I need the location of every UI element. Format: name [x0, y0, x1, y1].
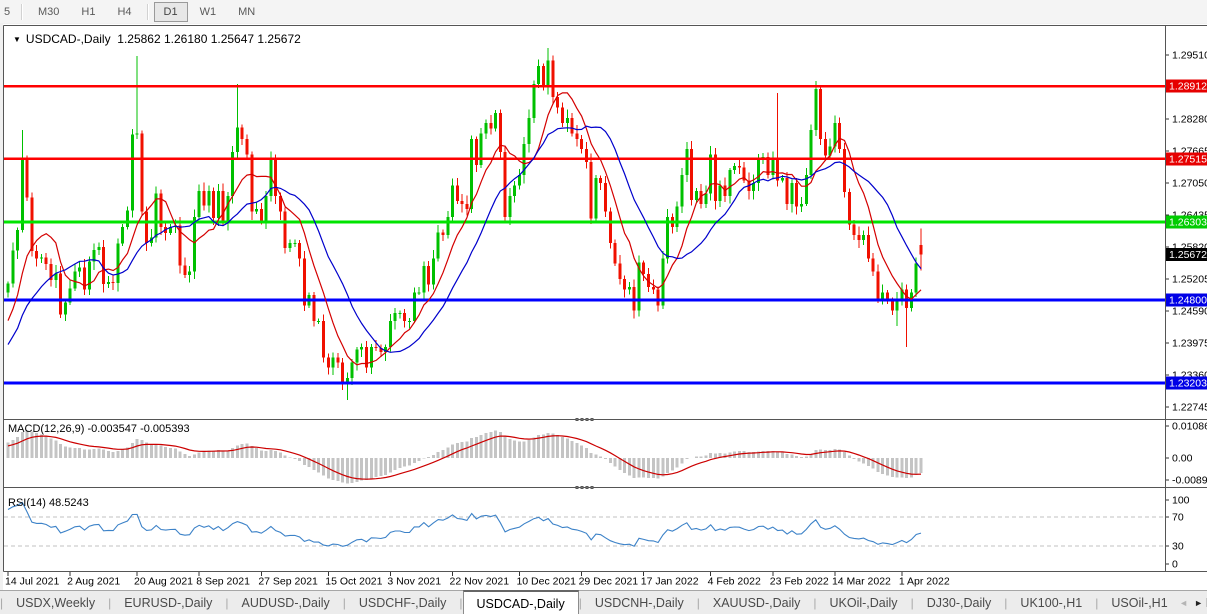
chart-ohlc-values: 1.25862 1.26180 1.25647 1.25672 [117, 32, 301, 46]
svg-text:23 Feb 2022: 23 Feb 2022 [770, 576, 829, 588]
tab-ukoil[interactable]: UKOil-,Daily [817, 591, 911, 614]
svg-text:0.010869: 0.010869 [1172, 421, 1207, 433]
svg-text:22 Nov 2021: 22 Nov 2021 [450, 576, 510, 588]
tab-uk100[interactable]: UK100-,H1 [1007, 591, 1095, 614]
svg-text:14 Jul 2021: 14 Jul 2021 [5, 576, 59, 588]
svg-text:15 Oct 2021: 15 Oct 2021 [325, 576, 382, 588]
chart-symbol-label: USDCAD-,Daily [25, 32, 111, 46]
svg-text:17 Jan 2022: 17 Jan 2022 [641, 576, 699, 588]
svg-text:3 Nov 2021: 3 Nov 2021 [387, 576, 441, 588]
tab-usdcnh[interactable]: USDCNH-,Daily [582, 591, 697, 614]
price-badge: 1.23203 [1166, 376, 1207, 390]
svg-text:0.00: 0.00 [1172, 453, 1193, 465]
svg-text:70: 70 [1172, 512, 1184, 524]
tab-usdcad[interactable]: USDCAD-,Daily [462, 590, 579, 614]
svg-text:1.27515: 1.27515 [1169, 153, 1207, 165]
pane-splitter-handle[interactable] [575, 418, 579, 421]
price-badge: 1.28912 [1166, 79, 1207, 93]
tab-usdx[interactable]: USDX,Weekly [3, 591, 108, 614]
tab-scroll-left-icon[interactable]: ◄ [1179, 598, 1188, 608]
pane-splitter-handle[interactable] [575, 486, 579, 489]
svg-text:1.28280: 1.28280 [1172, 113, 1207, 125]
timeframe-button-d1[interactable]: D1 [153, 1, 188, 22]
svg-text:1.23975: 1.23975 [1172, 337, 1207, 349]
chart-title: ▼ USDCAD-,Daily 1.25862 1.26180 1.25647 1… [13, 32, 301, 46]
price-badge: 1.25672 [1166, 248, 1207, 262]
pane-splitter-handle[interactable] [590, 486, 594, 489]
svg-text:1.28912: 1.28912 [1169, 81, 1207, 93]
svg-text:29 Dec 2021: 29 Dec 2021 [579, 576, 639, 588]
tab-eurusd[interactable]: EURUSD-,Daily [111, 591, 225, 614]
svg-text:1.22745: 1.22745 [1172, 401, 1207, 413]
tab-audusd[interactable]: AUDUSD-,Daily [229, 591, 343, 614]
toolbar-separator [21, 3, 23, 20]
svg-text:8 Sep 2021: 8 Sep 2021 [196, 576, 250, 588]
symbol-tab-bar: | USDX,Weekly | EURUSD-,Daily | AUDUSD-,Daily… [0, 590, 1207, 614]
price-chart[interactable]: 1.295101.288951.282801.276651.270501.264… [0, 24, 1207, 590]
pane-splitter-handle[interactable] [580, 418, 584, 421]
price-badge: 1.24800 [1166, 293, 1207, 307]
timeframe-toolbar: 5 M30 H1 H4 D1 W1 MN [0, 0, 1207, 23]
svg-text:1.23203: 1.23203 [1169, 378, 1207, 390]
timeframe-button-h1[interactable]: H1 [71, 2, 105, 22]
svg-text:1.26303: 1.26303 [1169, 216, 1207, 228]
svg-text:1.25672: 1.25672 [1169, 249, 1207, 261]
chart-window: 1.295101.288951.282801.276651.270501.264… [0, 24, 1207, 590]
svg-text:30: 30 [1172, 541, 1184, 553]
price-badge: 1.26303 [1166, 215, 1207, 229]
svg-text:20 Aug 2021: 20 Aug 2021 [134, 576, 193, 588]
timeframe-button-h4[interactable]: H4 [107, 2, 141, 22]
svg-text:2 Aug 2021: 2 Aug 2021 [67, 576, 120, 588]
timeframe-button-mn[interactable]: MN [228, 2, 265, 22]
svg-text:4 Feb 2022: 4 Feb 2022 [708, 576, 761, 588]
pane-splitter-handle[interactable] [580, 486, 584, 489]
price-badge: 1.27515 [1166, 152, 1207, 166]
tab-usdchf[interactable]: USDCHF-,Daily [346, 591, 460, 614]
svg-text:1.24590: 1.24590 [1172, 305, 1207, 317]
timeframe-button-5[interactable]: 5 [1, 2, 16, 22]
svg-text:0: 0 [1172, 559, 1178, 571]
svg-text:-0.00897: -0.00897 [1172, 475, 1207, 487]
timeframe-button-w1[interactable]: W1 [190, 2, 227, 22]
tab-usoil[interactable]: USOil-,H1 [1098, 591, 1180, 614]
pane-splitter-handle[interactable] [585, 418, 589, 421]
terminal-window: 5 M30H1H4 D1W1MN 1.295101.288951.282801.27… [0, 0, 1207, 614]
macd-indicator-label: MACD(12,26,9) -0.003547 -0.005393 [8, 423, 190, 435]
tab-scroll-buttons: ◄ ► [1179, 591, 1205, 614]
pane-splitter-handle[interactable] [590, 418, 594, 421]
svg-text:1.25205: 1.25205 [1172, 273, 1207, 285]
svg-text:100: 100 [1172, 495, 1190, 507]
svg-text:1.29510: 1.29510 [1172, 50, 1207, 62]
svg-text:1.24800: 1.24800 [1169, 295, 1207, 307]
svg-text:10 Dec 2021: 10 Dec 2021 [516, 576, 576, 588]
tab-xauusd[interactable]: XAUUSD-,Daily [700, 591, 814, 614]
toolbar-separator [146, 3, 149, 20]
svg-text:1 Apr 2022: 1 Apr 2022 [899, 576, 950, 588]
pane-splitter-handle[interactable] [585, 486, 589, 489]
tab-scroll-right-icon[interactable]: ► [1194, 598, 1203, 608]
svg-text:27 Sep 2021: 27 Sep 2021 [258, 576, 318, 588]
timeframe-button-m30[interactable]: M30 [28, 2, 69, 22]
chart-dropdown-icon[interactable]: ▼ [13, 35, 21, 44]
tab-dj30[interactable]: DJ30-,Daily [914, 591, 1005, 614]
svg-text:14 Mar 2022: 14 Mar 2022 [832, 576, 891, 588]
rsi-indicator-label: RSI(14) 48.5243 [8, 497, 89, 509]
svg-text:1.27050: 1.27050 [1172, 177, 1207, 189]
